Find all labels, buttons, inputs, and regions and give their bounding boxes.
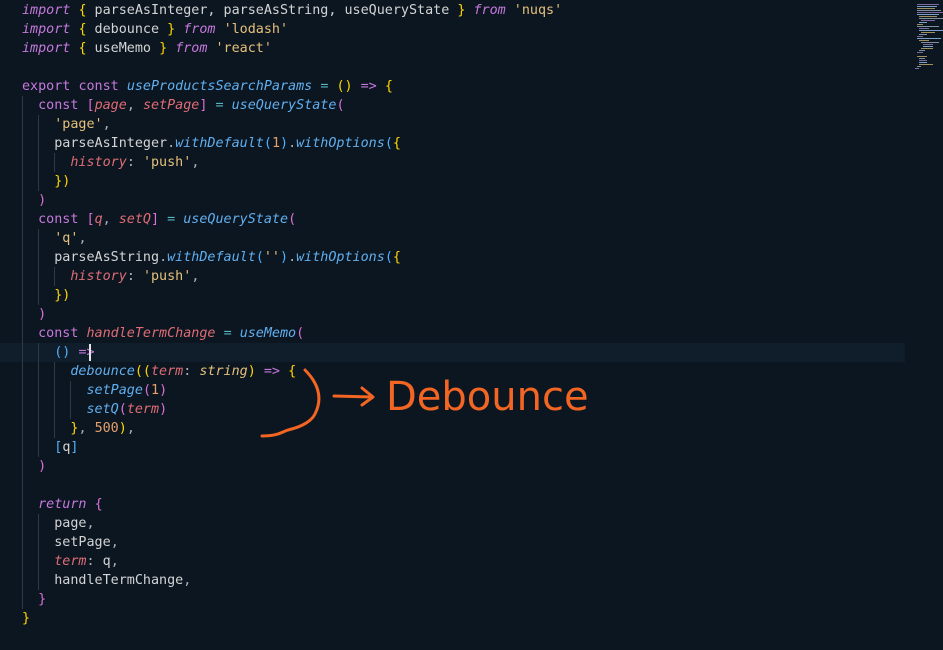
minimap-line xyxy=(919,16,937,17)
minimap-line xyxy=(917,36,923,37)
minimap-line xyxy=(923,46,933,47)
minimap-line xyxy=(917,26,939,27)
minimap-line xyxy=(919,34,927,35)
minimap-line xyxy=(917,4,939,5)
annotation-arrow-icon xyxy=(332,386,375,407)
minimap-line xyxy=(917,56,927,57)
minimap-line xyxy=(919,60,927,61)
minimap-line xyxy=(921,20,935,21)
minimap-line xyxy=(919,64,933,65)
minimap-line xyxy=(919,18,943,19)
minimap-line xyxy=(919,58,925,59)
minimap-line xyxy=(919,22,927,23)
minimap-line xyxy=(917,66,921,67)
minimap-line xyxy=(919,62,927,63)
minimap-line xyxy=(917,14,939,15)
minimap-line xyxy=(917,12,943,13)
minimap-line xyxy=(919,50,925,51)
annotation-label: Debounce xyxy=(386,374,589,420)
minimap-line xyxy=(917,24,923,25)
minimap-line xyxy=(917,10,941,11)
handwritten-annotation: Debounce xyxy=(260,368,589,438)
minimap-line xyxy=(917,6,937,7)
minimap-line xyxy=(923,44,933,45)
minimap-line xyxy=(921,48,933,49)
minimap-line xyxy=(921,32,935,33)
minimap-line xyxy=(915,68,919,69)
minimap-line xyxy=(917,8,935,9)
minimap-line xyxy=(919,30,943,31)
minimap-line xyxy=(919,40,929,41)
minimap-line xyxy=(919,28,929,29)
annotation-brace xyxy=(260,368,321,438)
minimap[interactable] xyxy=(905,0,943,650)
minimap-line xyxy=(917,38,941,39)
minimap-line xyxy=(917,52,923,53)
minimap-line xyxy=(921,42,939,43)
